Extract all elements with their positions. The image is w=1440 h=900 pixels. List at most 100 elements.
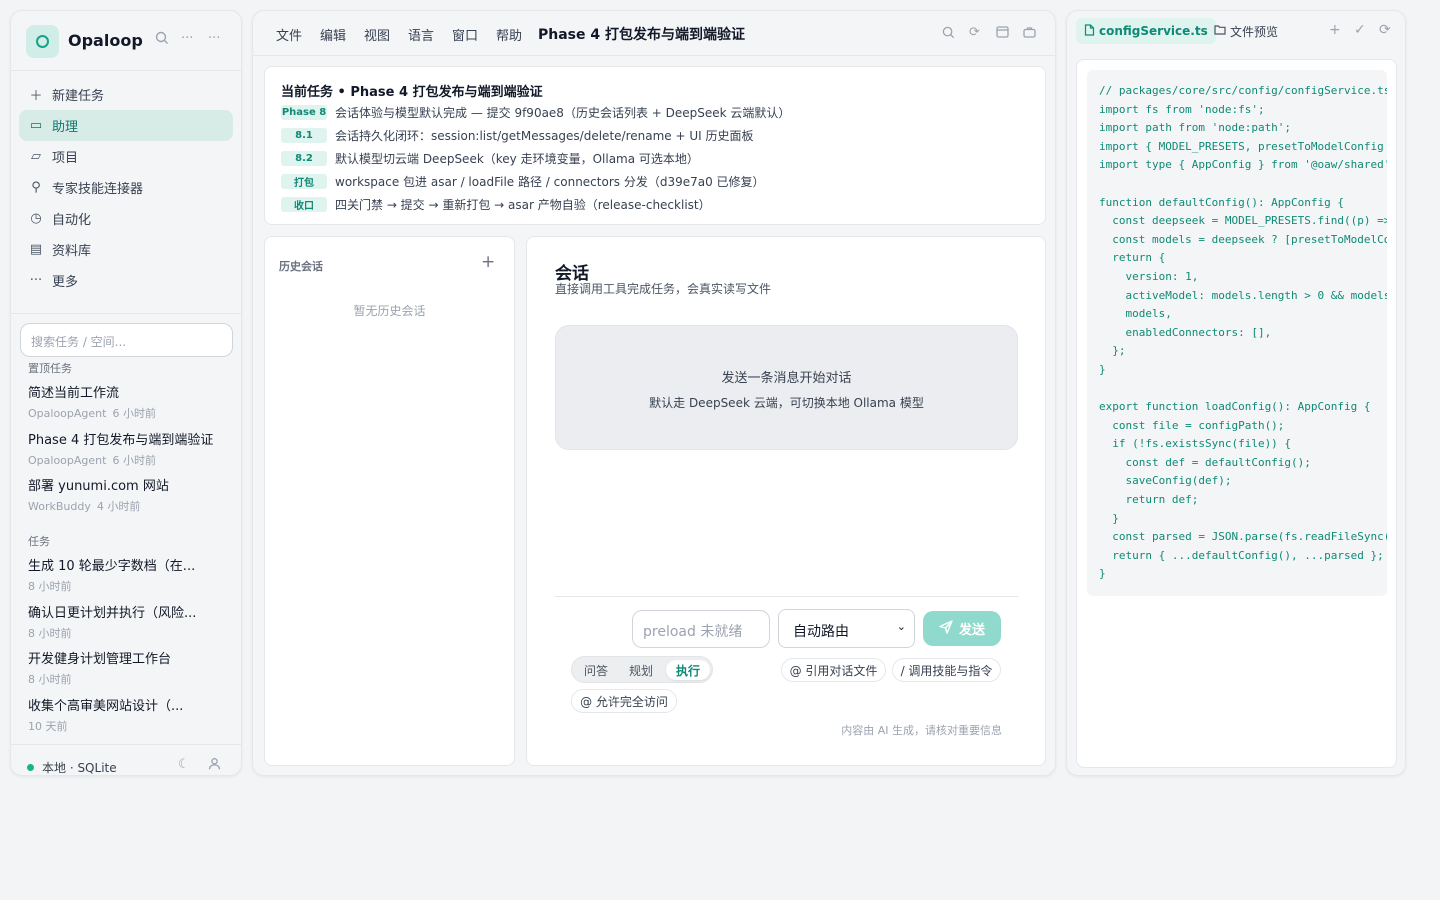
- task-time: 6 小时前: [112, 407, 156, 420]
- tab-label: configService.ts: [1099, 24, 1208, 38]
- chat-empty-state: 发送一条消息开始对话 默认走 DeepSeek 云端，可切换本地 Ollama …: [555, 325, 1018, 450]
- add-icon[interactable]: +: [1329, 22, 1341, 38]
- search-icon[interactable]: [155, 31, 169, 50]
- empty-state-primary: 发送一条消息开始对话: [721, 371, 852, 386]
- pinned-task-list: 简述当前工作流 OpaloopAgent 6 小时前 Phase 4 打包发布与端…: [28, 385, 228, 525]
- mode-switch: 问答 规划 执行: [571, 656, 713, 683]
- nav-label: 专家技能连接器: [52, 182, 144, 197]
- message-input[interactable]: preload 未就绪: [632, 610, 770, 648]
- search-icon[interactable]: [942, 26, 955, 43]
- moon-icon[interactable]: ☾: [178, 757, 190, 772]
- task-item[interactable]: 收集个高审美网站设计（... 10 天前: [28, 698, 228, 745]
- mode-qa[interactable]: 问答: [576, 660, 616, 680]
- task-source: WorkBuddy: [28, 500, 91, 513]
- history-title: 历史会话: [279, 260, 323, 273]
- allow-full-access-chip[interactable]: @ 允许完全访问: [571, 689, 677, 713]
- divider: [555, 596, 1018, 597]
- task-item[interactable]: 开发健身计划管理工作台 8 小时前: [28, 651, 228, 698]
- step-badge: Phase 8: [281, 105, 327, 120]
- nav-label: 新建任务: [52, 89, 105, 104]
- menu-help[interactable]: 帮助: [496, 25, 522, 44]
- task-item[interactable]: 生成 10 轮最少字数档（在... 8 小时前: [28, 558, 228, 605]
- nav-label: 更多: [52, 275, 79, 290]
- send-label: 发送: [958, 623, 985, 638]
- task-time: 10 天前: [28, 719, 68, 733]
- nav-library[interactable]: ▤ 资料库: [19, 234, 233, 265]
- task-title: 开发健身计划管理工作台: [28, 652, 172, 667]
- chat-panel: 会话 直接调用工具完成任务，会真实读写文件 发送一条消息开始对话 默认走 Dee…: [526, 236, 1046, 766]
- clipboard-icon: ▤: [29, 242, 43, 257]
- task-time: 6 小时前: [112, 453, 156, 467]
- tab-config-service[interactable]: configService.ts: [1076, 18, 1216, 44]
- nav-connectors[interactable]: ⚲ 专家技能连接器: [19, 172, 233, 203]
- task-list: 生成 10 轮最少字数档（在... 8 小时前 确认日更计划并执行（风险... …: [28, 558, 228, 744]
- menu-edit[interactable]: 编辑: [320, 25, 346, 44]
- tab-file-preview[interactable]: 文件预览: [1206, 18, 1286, 44]
- task-step-row: 打包 workspace 包进 asar / loadFile 路径 / con…: [281, 173, 765, 190]
- menu-file[interactable]: 文件: [276, 25, 302, 44]
- layout-icon[interactable]: [996, 26, 1009, 42]
- task-title: 确认日更计划并执行（风险...: [28, 605, 197, 621]
- bag-icon[interactable]: [1023, 26, 1036, 42]
- nav-label: 项目: [52, 151, 79, 166]
- more-icon[interactable]: ···: [181, 31, 193, 47]
- task-step-row: 8.2 默认模型切云端 DeepSeek（key 走环境变量，Ollama 可选…: [281, 150, 699, 167]
- mode-plan[interactable]: 规划: [621, 660, 661, 680]
- pinned-task-item[interactable]: Phase 4 打包发布与端到端验证 OpaloopAgent 6 小时前: [28, 432, 228, 479]
- task-title: Phase 4 打包发布与端到端验证: [28, 432, 214, 448]
- new-session-plus-icon[interactable]: +: [481, 252, 495, 272]
- ai-disclaimer: 内容由 AI 生成，请核对重要信息: [841, 724, 1002, 737]
- chevron-down-icon: ⌄: [896, 620, 906, 633]
- refresh-icon[interactable]: ⟳: [1379, 22, 1391, 38]
- history-panel: 历史会话 + 暂无历史会话: [264, 236, 515, 766]
- main-panel: 文件 编辑 视图 语言 窗口 帮助 Phase 4 打包发布与端到端验证 ⟳ 当…: [252, 10, 1056, 776]
- nav-more[interactable]: ··· 更多: [19, 265, 233, 296]
- task-step-row: 收口 四关门禁 → 提交 → 重新打包 → asar 产物自验（release-…: [281, 196, 711, 213]
- file-preview-area: // packages/core/src/config/configServic…: [1076, 59, 1397, 768]
- reference-files-chip[interactable]: @ 引用对话文件: [781, 658, 886, 682]
- task-time: 8 小时前: [28, 580, 72, 593]
- menu-language[interactable]: 语言: [408, 25, 434, 44]
- app-logo: [26, 25, 59, 58]
- pinned-task-item[interactable]: 部署 yunumi.com 网站 WorkBuddy 4 小时前: [28, 478, 228, 525]
- route-select[interactable]: 自动路由 ⌄: [778, 609, 915, 648]
- pinned-task-item[interactable]: 简述当前工作流 OpaloopAgent 6 小时前: [28, 385, 228, 432]
- task-time: 4 小时前: [96, 500, 141, 513]
- pinned-section-label: 置顶任务: [28, 362, 72, 375]
- send-button[interactable]: 发送: [923, 611, 1001, 646]
- menubar: 文件 编辑 视图 语言 窗口 帮助 Phase 4 打包发布与端到端验证 ⟳: [253, 11, 1055, 56]
- tab-label: 文件预览: [1230, 24, 1279, 39]
- current-task-title: 当前任务 • Phase 4 打包发布与端到端验证: [281, 85, 543, 100]
- nav-automation[interactable]: ◷ 自动化: [19, 203, 233, 234]
- logo-ring-icon: [36, 35, 49, 48]
- code-block: // packages/core/src/config/configServic…: [1087, 70, 1387, 596]
- nav-assistant[interactable]: ▭ 助理: [19, 110, 233, 141]
- check-icon[interactable]: ✓: [1354, 22, 1366, 38]
- menu-window[interactable]: 窗口: [452, 25, 478, 44]
- menu-view[interactable]: 视图: [364, 25, 390, 44]
- step-badge: 收口: [281, 197, 327, 212]
- refresh-icon[interactable]: ⟳: [969, 26, 980, 40]
- code-content: // packages/core/src/config/configServic…: [1099, 84, 1387, 581]
- window-title: Phase 4 打包发布与端到端验证: [538, 27, 745, 43]
- step-badge: 8.1: [281, 128, 327, 143]
- mode-execute[interactable]: 执行: [666, 660, 710, 680]
- user-icon[interactable]: [208, 757, 221, 774]
- status-dot-icon: [27, 764, 34, 771]
- empty-state-secondary: 默认走 DeepSeek 云端，可切换本地 Ollama 模型: [649, 396, 924, 410]
- folder-icon: ▱: [31, 149, 41, 164]
- nav-label: 自动化: [52, 213, 92, 228]
- task-time: 8 小时前: [28, 673, 72, 686]
- task-step-row: 8.1 会话持久化闭环：session:list/getMessages/del…: [281, 127, 753, 144]
- invoke-skills-chip[interactable]: / 调用技能与指令: [892, 658, 1001, 682]
- file-panel: configService.ts 文件预览 + ✓ ⟳ // packages/…: [1066, 10, 1406, 776]
- nav-projects[interactable]: ▱ 项目: [19, 141, 233, 172]
- menu-icon[interactable]: ···: [208, 31, 220, 47]
- step-badge: 8.2: [281, 151, 327, 166]
- task-search-input[interactable]: 搜索任务 / 空间...: [20, 323, 233, 357]
- task-title: 收集个高审美网站设计（...: [28, 698, 184, 714]
- nav-new-task[interactable]: ＋ 新建任务: [19, 79, 233, 110]
- task-item[interactable]: 确认日更计划并执行（风险... 8 小时前: [28, 605, 228, 652]
- chat-icon: ▭: [29, 118, 43, 133]
- send-icon: [939, 619, 953, 638]
